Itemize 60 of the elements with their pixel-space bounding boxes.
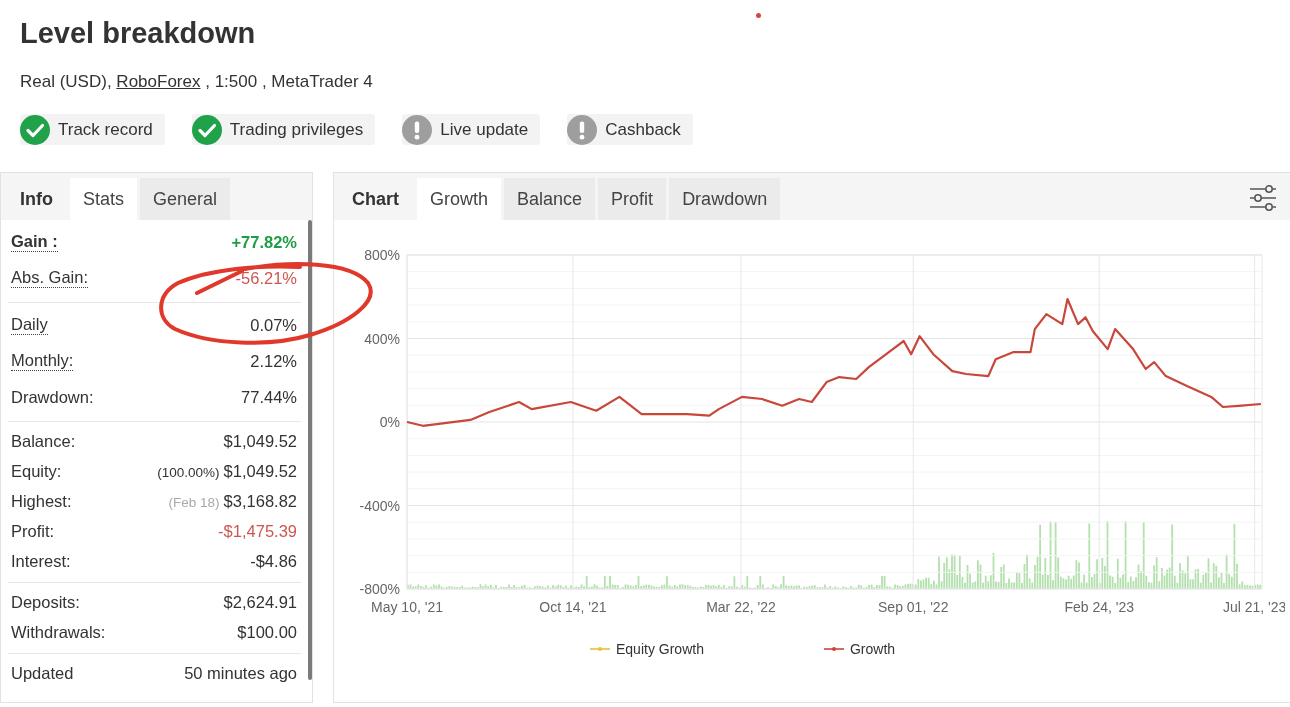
stat-note: (100.00%) xyxy=(157,464,220,480)
y-axis-label: 0% xyxy=(379,414,400,430)
legend-label[interactable]: Equity Growth xyxy=(616,639,704,659)
stat-label: Abs. Gain: xyxy=(11,268,89,288)
stat-label: Deposits: xyxy=(11,592,80,612)
panel-heading: Chart xyxy=(351,188,400,211)
y-axis-label: -400% xyxy=(359,497,400,514)
stat-label: Balance: xyxy=(11,431,76,451)
stat-value: 2.12% xyxy=(250,351,297,371)
stat-label: Updated xyxy=(11,663,74,683)
legend-label[interactable]: Growth xyxy=(849,639,896,659)
stat-value: 0.07% xyxy=(250,315,297,335)
y-axis-label: 800% xyxy=(364,247,400,263)
stat-label: Equity: xyxy=(11,461,62,481)
y-axis-label: 400% xyxy=(364,330,400,347)
x-axis-label: Feb 24, '23 xyxy=(1064,599,1135,615)
page-title: Level breakdown xyxy=(20,16,256,51)
x-axis-label: Sep 01, '22 xyxy=(878,599,949,615)
stat-label: Interest: xyxy=(11,551,71,571)
chart-settings-button[interactable] xyxy=(1249,185,1277,211)
stats-tab[interactable]: General xyxy=(140,178,231,220)
stat-label: Drawdown: xyxy=(11,387,94,407)
chart-tab[interactable]: Profit xyxy=(598,178,667,220)
x-axis-label: Jul 21, '23 xyxy=(1222,599,1285,615)
stat-value: -56.21% xyxy=(235,268,297,288)
stat-value: 50 minutes ago xyxy=(184,663,297,683)
stat-note: (Feb 18) xyxy=(168,494,220,510)
verification-label: Cashback xyxy=(605,119,681,140)
stat-label: Daily xyxy=(11,315,48,335)
stat-value: $2,624.91 xyxy=(223,592,297,612)
stat-label: Highest: xyxy=(11,491,72,511)
dot-icon xyxy=(756,13,761,18)
account-summary: Real (USD), RoboForex , 1:500 , MetaTrader 4 xyxy=(20,71,373,93)
scrollbar-thumb[interactable] xyxy=(308,220,312,680)
stat-value: -$1,475.39 xyxy=(218,521,297,541)
verification-label: Live update xyxy=(440,119,529,140)
stat-value: $100.00 xyxy=(237,622,297,642)
verification-label: Track record xyxy=(58,119,153,140)
x-axis-label: Mar 22, '22 xyxy=(706,599,776,615)
panel-heading: Info xyxy=(19,188,54,211)
stats-tab[interactable]: Stats xyxy=(70,178,138,220)
stat-value: $1,049.52 xyxy=(223,461,297,481)
stat-value: 77.44% xyxy=(241,387,297,407)
stat-label: Profit: xyxy=(11,521,55,541)
stat-value: $1,049.52 xyxy=(223,431,297,451)
stat-label: Withdrawals: xyxy=(11,622,106,642)
verification-label: Trading privileges xyxy=(229,119,364,140)
broker-link[interactable]: RoboForex xyxy=(116,72,201,91)
stat-value: $3,168.82 xyxy=(223,491,297,511)
sliders-icon xyxy=(1249,185,1277,211)
x-axis-label: Oct 14, '21 xyxy=(539,599,607,615)
chart-tab[interactable]: Growth xyxy=(417,178,502,220)
stat-value: -$4.86 xyxy=(250,551,297,571)
stat-label: Monthly: xyxy=(11,351,74,371)
stat-value: +77.82% xyxy=(231,232,297,252)
y-axis-label: -800% xyxy=(359,581,400,597)
chart-tab[interactable]: Balance xyxy=(504,178,596,220)
x-axis-label: May 10, '21 xyxy=(371,599,443,615)
stat-label: Gain : xyxy=(11,232,58,252)
chart-tab[interactable]: Drawdown xyxy=(669,178,781,220)
